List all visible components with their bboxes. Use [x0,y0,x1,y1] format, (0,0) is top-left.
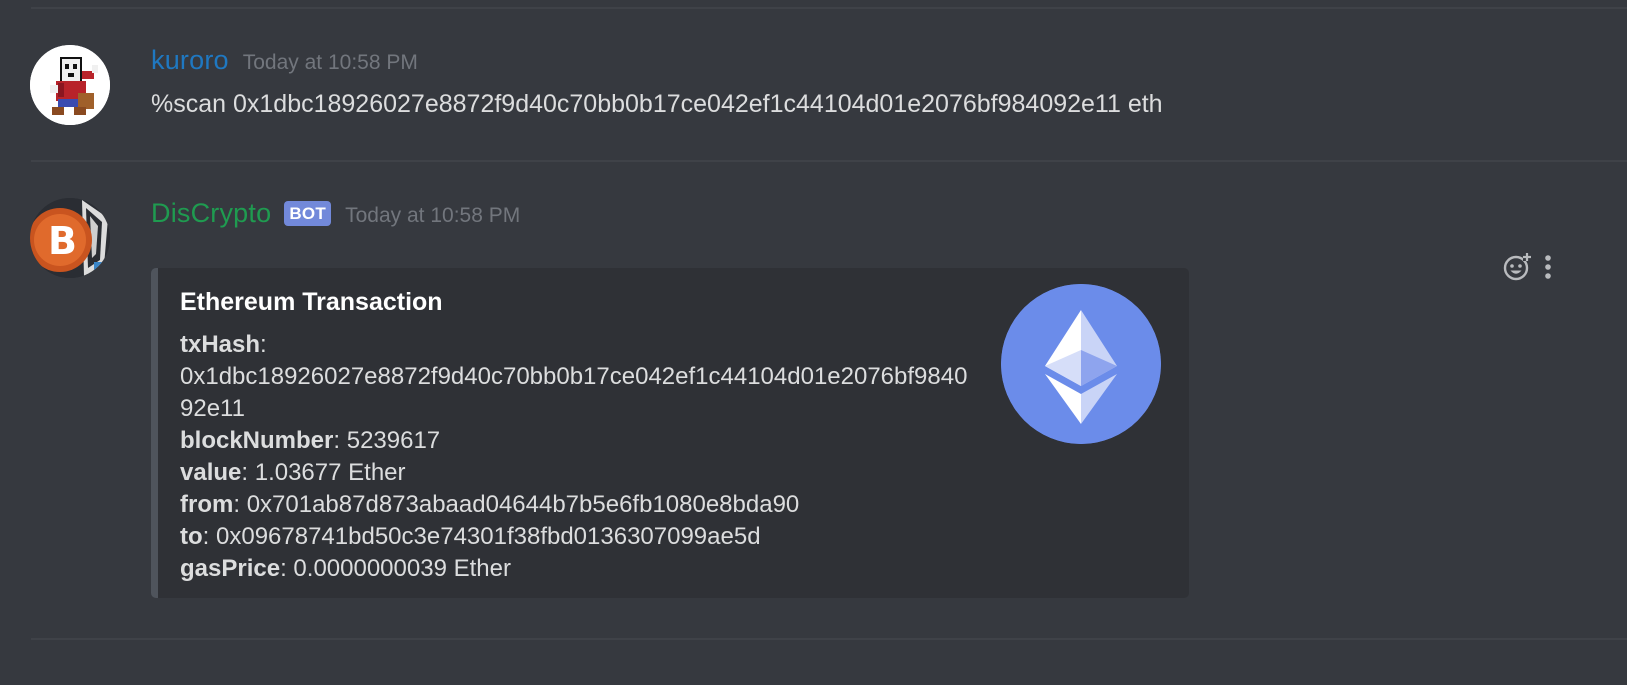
field-value: 0x1dbc18926027e8872f9d40c70bb0b17ce042ef… [180,363,968,422]
shy-guy-avatar-icon [30,45,110,125]
field-sep: : [241,459,255,486]
embed-description: txHash: 0x1dbc18926027e8872f9d40c70bb0b1… [180,329,970,585]
more-options-icon [1545,255,1551,279]
field-key: value [180,459,242,486]
message-divider [31,7,1627,9]
field-from: from: 0x701ab87d873abaad04644b7b5e6fb108… [180,489,970,521]
bot-tag: BOT [284,201,332,226]
field-sep: : [280,555,294,582]
field-sep: : [333,427,347,454]
username[interactable]: kuroro [151,45,229,76]
field-key: to [180,523,203,550]
message-actions [1502,251,1556,283]
field-key: blockNumber [180,427,334,454]
field-sep: : [202,523,216,550]
field-gasprice: gasPrice: 0.0000000039 Ether [180,553,970,585]
message-content: %scan 0x1dbc18926027e8872f9d40c70bb0b17c… [151,90,1163,118]
embed-thumbnail[interactable] [1001,284,1161,444]
add-reaction-icon [1503,253,1531,281]
ethereum-logo-icon [1001,284,1161,444]
timestamp: Today at 10:58 PM [345,204,521,227]
embed: Ethereum Transaction txHash: 0x1dbc18926… [151,268,1189,598]
add-reaction-button[interactable] [1502,251,1534,283]
avatar[interactable]: B [30,198,110,278]
field-key: gasPrice [180,555,281,582]
field-txhash: txHash: 0x1dbc18926027e8872f9d40c70bb0b1… [180,329,970,425]
field-value: 0x09678741bd50c3e74301f38fbd0136307099ae… [216,523,761,550]
message-divider [31,638,1627,640]
field-value: 0.0000000039 Ether [293,555,511,582]
field-to: to: 0x09678741bd50c3e74301f38fbd01363070… [180,521,970,553]
message-header: DisCrypto BOT Today at 10:58 PM [151,198,520,229]
field-value: 1.03677 Ether [254,459,406,486]
message-divider [31,160,1627,162]
username[interactable]: DisCrypto [151,198,271,229]
field-key: txHash [180,331,261,358]
message-header: kuroro Today at 10:58 PM [151,45,418,76]
timestamp: Today at 10:58 PM [242,51,418,74]
field-blocknumber: blockNumber: 5239617 [180,425,970,457]
field-sep: : [260,331,267,358]
embed-title: Ethereum Transaction [180,288,443,316]
avatar[interactable] [30,45,110,125]
field-sep: : [233,491,247,518]
more-options-button[interactable] [1540,251,1556,283]
field-value-amount: value: 1.03677 Ether [180,457,970,489]
chat-area: kuroro Today at 10:58 PM %scan 0x1dbc189… [0,0,1627,685]
field-value: 5239617 [346,427,441,454]
field-value: 0x701ab87d873abaad04644b7b5e6fb1080e8bda… [246,491,800,518]
svg-text:B: B [48,219,77,263]
field-key: from [180,491,234,518]
bitcoin-avatar-icon: B [30,198,110,278]
